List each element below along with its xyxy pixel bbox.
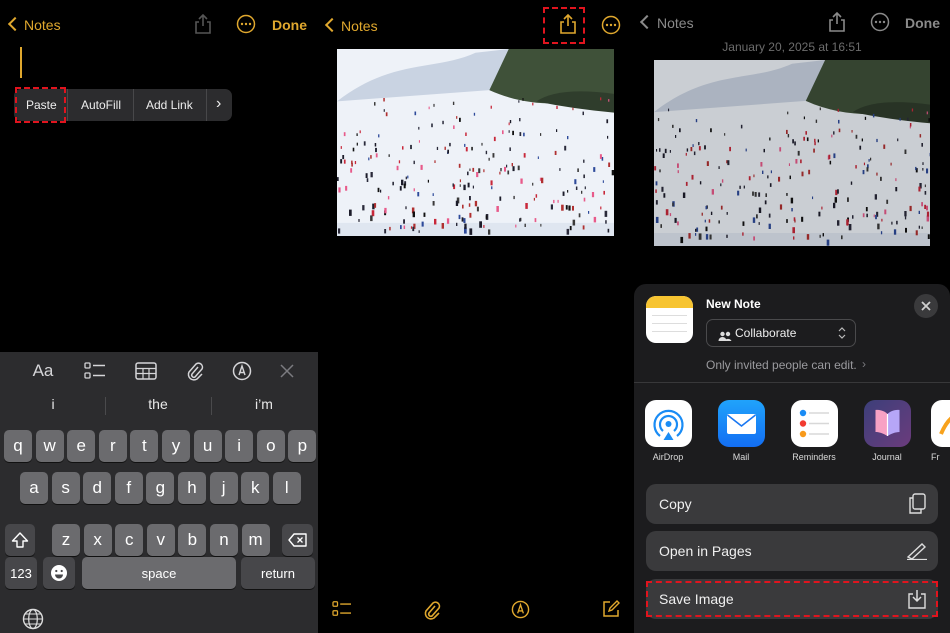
key-o[interactable]: o xyxy=(256,430,285,462)
open-in-pages-action[interactable]: Open in Pages xyxy=(646,531,938,571)
autofill-menu-item[interactable]: AutoFill xyxy=(81,98,121,112)
notes-app-icon xyxy=(646,296,693,343)
airdrop-share-target[interactable]: AirDrop xyxy=(643,400,693,462)
chevron-up-down-icon xyxy=(838,326,846,345)
key-n[interactable]: n xyxy=(210,524,238,556)
key-e[interactable]: e xyxy=(67,430,96,462)
key-g[interactable]: g xyxy=(146,472,175,504)
globe-icon[interactable] xyxy=(22,608,44,633)
mail-icon xyxy=(717,400,765,447)
fr-share-target[interactable]: Fr xyxy=(931,400,950,462)
done-button[interactable]: Done xyxy=(272,17,307,33)
text-cursor xyxy=(20,47,22,78)
share-icon[interactable] xyxy=(193,13,213,40)
journal-share-target[interactable]: Journal xyxy=(862,400,912,462)
key-j[interactable]: j xyxy=(209,472,238,504)
paperclip-icon[interactable] xyxy=(182,360,208,382)
key-a[interactable]: a xyxy=(20,472,48,504)
paperclip-icon[interactable] xyxy=(423,600,441,625)
key-i[interactable]: i xyxy=(225,430,254,462)
key-k[interactable]: k xyxy=(241,472,270,504)
note-timestamp: January 20, 2025 at 16:51 xyxy=(722,40,862,54)
key-p[interactable]: p xyxy=(288,430,317,462)
suggestion-item[interactable]: the xyxy=(108,396,208,412)
key-t[interactable]: t xyxy=(130,430,159,462)
chevron-left-icon xyxy=(324,17,340,33)
close-share-button[interactable] xyxy=(914,294,938,318)
keyboard: Aa i the i’m 123 space return q w e r t … xyxy=(0,352,318,633)
numbers-key[interactable]: 123 xyxy=(5,557,37,589)
emoji-key[interactable] xyxy=(43,557,75,589)
key-y[interactable]: y xyxy=(162,430,190,462)
photo-illustration xyxy=(654,60,930,246)
more-options-icon[interactable] xyxy=(870,12,890,37)
share-highlight xyxy=(543,7,585,44)
chevron-left-icon xyxy=(639,14,655,30)
key-v[interactable]: v xyxy=(146,524,175,556)
checklist-icon[interactable] xyxy=(82,360,108,382)
compose-icon[interactable] xyxy=(602,600,620,623)
ski-slope-photo[interactable] xyxy=(337,49,614,236)
delete-key[interactable] xyxy=(282,524,313,556)
airdrop-icon xyxy=(644,400,692,447)
table-icon[interactable] xyxy=(133,360,159,382)
mail-share-target[interactable]: Mail xyxy=(716,400,766,462)
space-key[interactable]: space xyxy=(82,557,236,589)
key-h[interactable]: h xyxy=(178,472,206,504)
notes-edit-panel: Notes Done Paste AutoFill Add Link › Aa xyxy=(0,0,318,633)
reminders-share-target[interactable]: Reminders xyxy=(789,400,839,462)
suggestion-item[interactable]: i xyxy=(3,396,103,412)
key-f[interactable]: f xyxy=(114,472,143,504)
menu-more-item[interactable]: › xyxy=(216,95,221,113)
markup-pen-icon[interactable] xyxy=(229,360,255,382)
close-icon xyxy=(921,301,931,311)
chevron-left-icon xyxy=(7,16,23,32)
key-b[interactable]: b xyxy=(178,524,207,556)
key-w[interactable]: w xyxy=(35,430,64,462)
add-link-menu-item[interactable]: Add Link xyxy=(146,98,193,112)
key-m[interactable]: m xyxy=(241,524,270,556)
copy-action[interactable]: Copy xyxy=(646,484,938,524)
copy-icon xyxy=(907,493,927,520)
key-s[interactable]: s xyxy=(51,472,80,504)
more-options-icon[interactable] xyxy=(236,14,256,39)
suggestion-item[interactable]: i’m xyxy=(214,396,314,412)
pen-nib-icon xyxy=(906,542,928,565)
photo-illustration xyxy=(337,49,614,236)
share-note-title: New Note xyxy=(706,297,761,311)
freeform-icon xyxy=(931,400,950,447)
key-d[interactable]: d xyxy=(83,472,112,504)
close-keyboard-icon[interactable] xyxy=(274,360,300,382)
shift-key[interactable] xyxy=(5,524,35,556)
key-u[interactable]: u xyxy=(193,430,222,462)
collaborate-dropdown[interactable]: Collaborate xyxy=(706,319,856,347)
note-image-panel: Notes xyxy=(318,0,634,633)
chevron-right-icon: › xyxy=(862,357,866,371)
return-key[interactable]: return xyxy=(241,557,315,589)
key-q[interactable]: q xyxy=(4,430,32,462)
save-image-highlight xyxy=(646,581,938,617)
reminders-icon xyxy=(790,400,838,447)
key-l[interactable]: l xyxy=(272,472,301,504)
permission-text[interactable]: Only invited people can edit. xyxy=(706,358,857,372)
share-icon[interactable] xyxy=(827,11,847,38)
key-c[interactable]: c xyxy=(115,524,144,556)
paste-highlight xyxy=(15,87,66,123)
format-button[interactable]: Aa xyxy=(30,360,56,382)
key-x[interactable]: x xyxy=(83,524,112,556)
markup-pen-icon[interactable] xyxy=(511,600,530,624)
share-sheet: New Note Collaborate Only invited people… xyxy=(634,284,950,633)
key-r[interactable]: r xyxy=(98,430,127,462)
ski-slope-photo xyxy=(654,60,930,246)
done-button[interactable]: Done xyxy=(905,15,940,31)
checklist-icon[interactable] xyxy=(332,600,352,623)
key-z[interactable]: z xyxy=(52,524,80,556)
people-icon xyxy=(718,328,732,346)
more-options-icon[interactable] xyxy=(601,15,621,40)
journal-icon xyxy=(863,400,911,447)
share-sheet-panel: Notes Done January 20, 2025 at 16:51 New… xyxy=(634,0,950,633)
